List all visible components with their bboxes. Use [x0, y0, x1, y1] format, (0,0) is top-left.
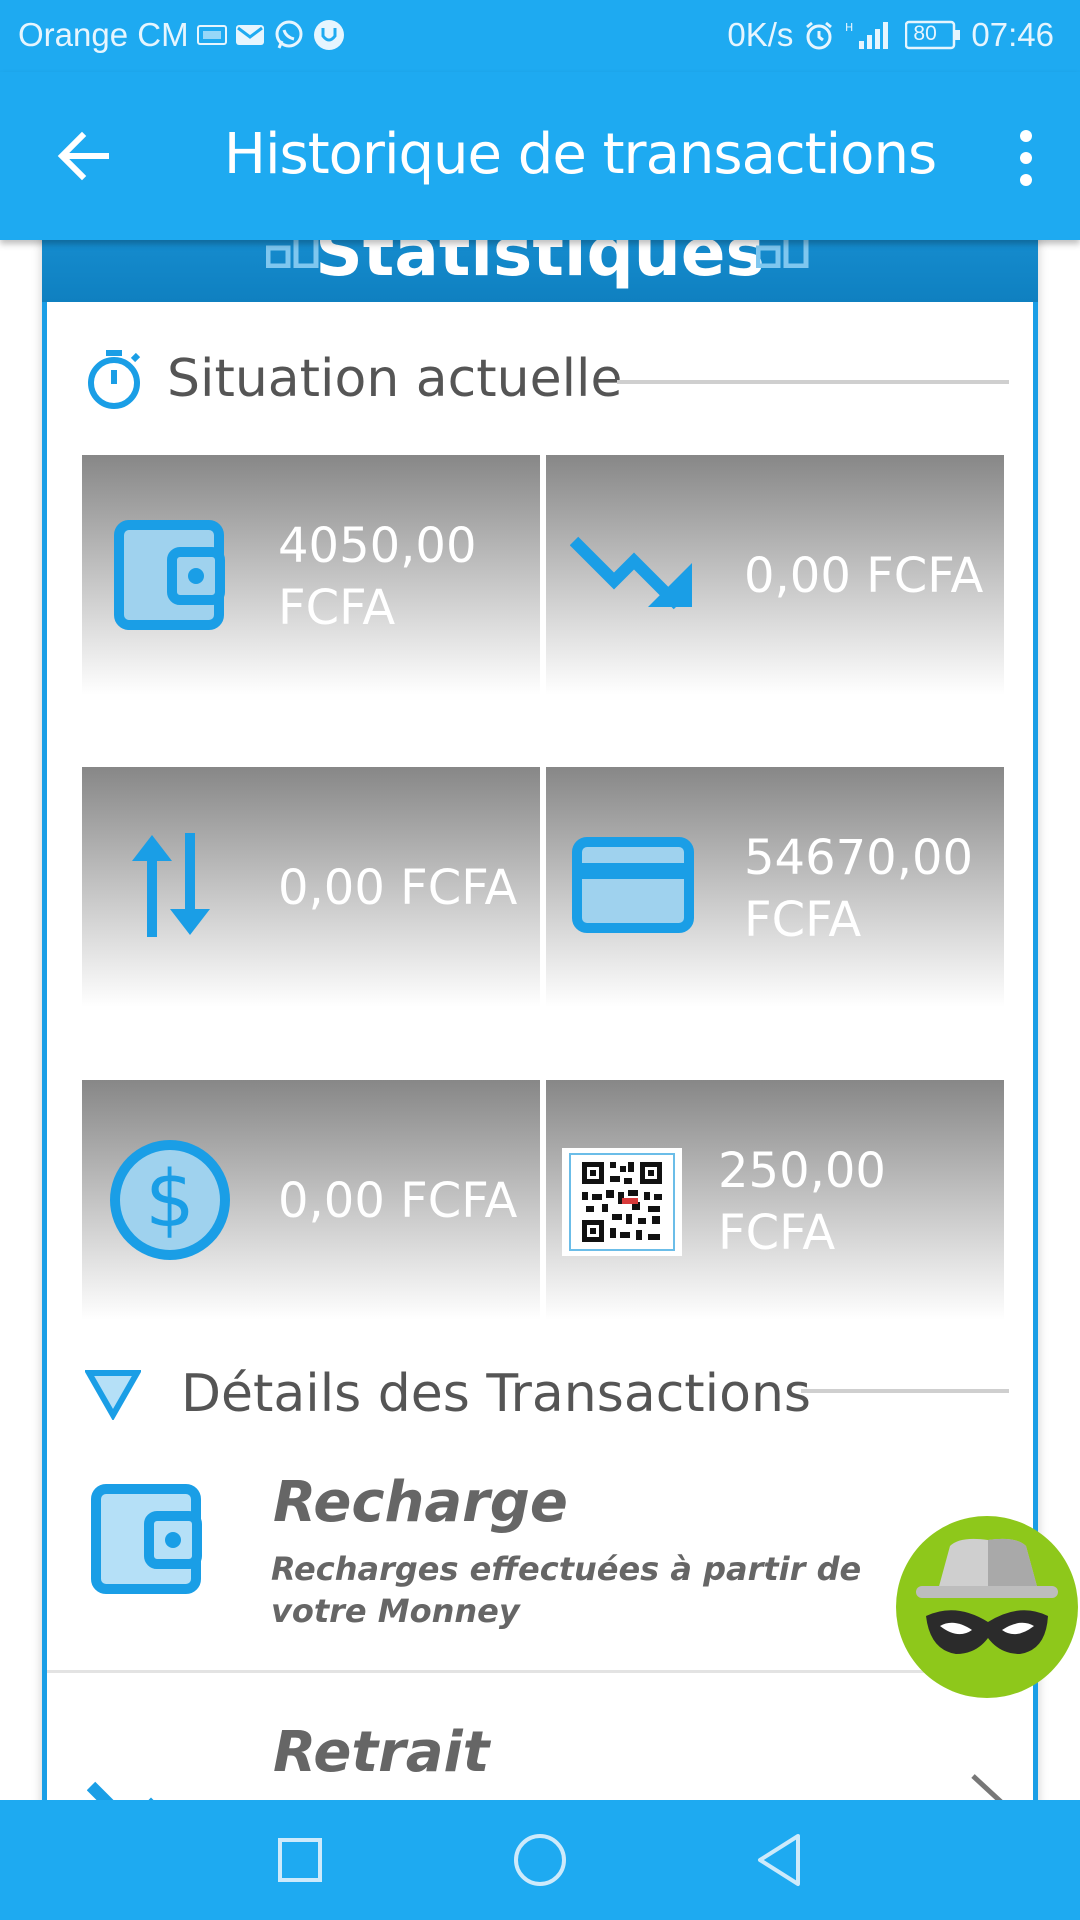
dollar-circle-icon: $ — [110, 1140, 230, 1260]
wallet-icon — [114, 520, 225, 630]
overflow-menu-button[interactable] — [1006, 128, 1046, 188]
stat-tile-withdrawals[interactable]: 0,00 FCFA — [546, 455, 1004, 695]
svg-text:H: H — [845, 21, 853, 34]
home-button[interactable] — [510, 1830, 570, 1890]
section-details-label: Détails des Transactions — [181, 1364, 811, 1424]
signal-icon: H — [845, 19, 895, 51]
square-icon — [278, 1838, 322, 1882]
statistics-card: Statistiques Situation actuelle 4050,00 … — [42, 180, 1038, 1855]
stat-tile-transfers[interactable]: 0,00 FCFA — [82, 767, 540, 1007]
gmail-icon — [235, 23, 265, 47]
list-divider — [47, 1670, 1037, 1673]
section-divider — [801, 1389, 1009, 1393]
trending-down-icon — [570, 536, 692, 610]
incognito-fab[interactable] — [896, 1516, 1078, 1698]
stat-value: 250,00 FCFA — [718, 1143, 886, 1261]
detail-item-recharge[interactable]: Recharge Recharges effectuées à partir d… — [47, 1470, 1037, 1656]
credit-card-icon — [572, 837, 694, 933]
section-divider — [617, 380, 1009, 384]
stat-value: 0,00 FCFA — [278, 1173, 518, 1229]
recents-button[interactable] — [270, 1830, 330, 1890]
system-navigation-bar — [0, 1800, 1080, 1920]
battery-icon: 80 — [905, 20, 961, 50]
u-app-icon — [313, 19, 345, 51]
svg-text:$: $ — [145, 1155, 195, 1245]
more-vertical-icon — [1020, 130, 1032, 186]
qr-code-icon — [562, 1148, 682, 1256]
stat-value: 0,00 FCFA — [278, 860, 518, 916]
stat-value: 4050,00 FCFA — [278, 518, 477, 636]
status-left: Orange CM — [18, 16, 345, 54]
notification-app-icon — [196, 23, 227, 47]
page-title: Historique de transactions — [223, 122, 937, 187]
detail-title: Retrait — [273, 1720, 490, 1785]
detail-title: Recharge — [273, 1470, 568, 1535]
section-details-header: Détails des Transactions — [85, 1364, 811, 1424]
net-speed: 0K/s — [727, 16, 794, 53]
stat-tile-balance[interactable]: 4050,00 FCFA — [82, 455, 540, 695]
status-bar: Orange CM 0K/s H 80 07:46 — [0, 0, 1080, 72]
stat-value: 0,00 FCFA — [744, 548, 984, 604]
circle-icon — [514, 1834, 566, 1886]
back-nav-button[interactable] — [750, 1830, 810, 1890]
whatsapp-icon — [273, 19, 305, 51]
app-bar: Historique de transactions — [0, 72, 1080, 240]
battery-level: 80 — [913, 22, 937, 45]
carrier-name: Orange CM — [18, 16, 189, 53]
wallet-icon — [91, 1484, 202, 1594]
section-current-header: Situation actuelle — [85, 348, 622, 410]
incognito-icon — [916, 1538, 1058, 1654]
stat-tile-card[interactable]: 54670,00 FCFA — [546, 767, 1004, 1007]
status-right: 0K/s H 80 07:46 — [727, 16, 1054, 54]
detail-description: Recharges effectuées à partir de votre M… — [271, 1550, 862, 1630]
alarm-icon — [803, 19, 835, 51]
triangle-left-icon — [758, 1834, 800, 1886]
stopwatch-icon — [88, 350, 141, 409]
transfer-arrows-icon — [132, 833, 210, 937]
stat-value: 54670,00 FCFA — [744, 830, 974, 948]
stat-tile-qr[interactable]: 250,00 FCFA — [546, 1080, 1004, 1320]
triangle-down-icon — [85, 1370, 141, 1420]
stat-tile-payments[interactable]: $ 0,00 FCFA — [82, 1080, 540, 1320]
clock: 07:46 — [971, 16, 1054, 53]
section-current-label: Situation actuelle — [167, 349, 623, 409]
